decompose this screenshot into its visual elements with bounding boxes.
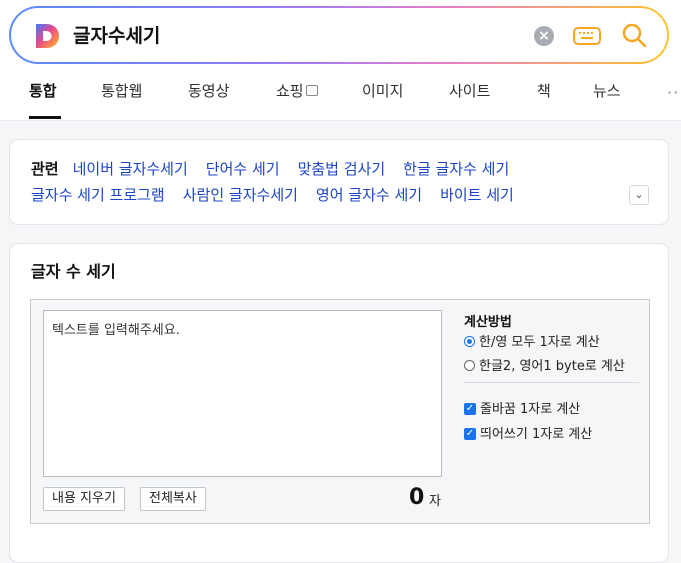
active-tab-indicator bbox=[29, 116, 61, 119]
checkbox-option-newline[interactable]: ✓ 줄바꿈 1자로 계산 bbox=[464, 401, 580, 419]
related-link[interactable]: 글자수 세기 프로그램 bbox=[31, 186, 165, 204]
radio-option-all-one[interactable]: 한/영 모두 1자로 계산 bbox=[464, 334, 600, 352]
text-input[interactable] bbox=[43, 310, 442, 477]
clear-content-button[interactable]: 내용 지우기 bbox=[43, 487, 125, 511]
radio-option-byte[interactable]: 한글2, 영어1 byte로 계산 bbox=[464, 358, 625, 376]
checkbox-label: 줄바꿈 1자로 계산 bbox=[480, 402, 581, 417]
checkbox-label: 띄어쓰기 1자로 계산 bbox=[480, 427, 593, 442]
related-row-2: 글자수 세기 프로그램 사람인 글자수세기 영어 글자수 세기 바이트 세기 bbox=[31, 184, 532, 206]
copy-all-button[interactable]: 전체복사 bbox=[140, 487, 206, 511]
tab-site[interactable]: 사이트 bbox=[449, 80, 490, 102]
tab-shopping[interactable]: 쇼핑 bbox=[276, 80, 318, 102]
chevron-down-icon[interactable]: ⌄ bbox=[629, 185, 649, 205]
tab-integrated[interactable]: 통합 bbox=[29, 80, 57, 102]
related-link[interactable]: 영어 글자수 세기 bbox=[316, 186, 422, 204]
search-icon[interactable] bbox=[620, 21, 648, 49]
keyboard-icon[interactable] bbox=[573, 26, 601, 46]
radio-label: 한글2, 영어1 byte로 계산 bbox=[479, 359, 625, 374]
related-link[interactable]: 바이트 세기 bbox=[440, 186, 514, 204]
options-title: 계산방법 bbox=[464, 315, 512, 330]
options-divider bbox=[464, 382, 639, 383]
related-link[interactable]: 단어수 세기 bbox=[206, 160, 280, 178]
char-count-unit: 자 bbox=[429, 494, 441, 509]
related-link[interactable]: 한글 글자수 세기 bbox=[403, 160, 509, 178]
tab-shopping-label: 쇼핑 bbox=[276, 82, 304, 100]
tab-image[interactable]: 이미지 bbox=[362, 80, 403, 102]
search-query-text[interactable]: 글자수세기 bbox=[73, 22, 160, 50]
related-link[interactable]: 네이버 글자수세기 bbox=[73, 160, 188, 178]
search-tabs: 통합 통합웹 동영상 쇼핑 이미지 사이트 책 뉴스 ·· bbox=[0, 70, 681, 120]
checkbox-checked-icon[interactable]: ✓ bbox=[464, 402, 476, 415]
search-header: 글자수세기 × 통합 통합웹 동영상 쇼핑 이미지 사이트 책 뉴스 ·· bbox=[0, 0, 681, 121]
clear-icon[interactable]: × bbox=[534, 26, 554, 46]
tab-web[interactable]: 통합웹 bbox=[101, 80, 142, 102]
external-link-icon bbox=[305, 85, 318, 96]
related-label: 관련 bbox=[31, 160, 59, 178]
radio-label: 한/영 모두 1자로 계산 bbox=[479, 335, 600, 350]
char-counter-card: 글자 수 세기 내용 지우기 전체복사 0 자 계산방법 한/영 모두 1자로 … bbox=[9, 243, 669, 563]
checkbox-checked-icon[interactable]: ✓ bbox=[464, 427, 476, 440]
search-box[interactable]: 글자수세기 × bbox=[9, 6, 669, 64]
daum-logo-icon[interactable] bbox=[33, 22, 61, 50]
checkbox-option-space[interactable]: ✓ 띄어쓰기 1자로 계산 bbox=[464, 426, 592, 444]
radio-selected-icon[interactable] bbox=[464, 336, 475, 347]
related-link[interactable]: 맞춤법 검사기 bbox=[298, 160, 386, 178]
tab-video[interactable]: 동영상 bbox=[188, 80, 229, 102]
tab-book[interactable]: 책 bbox=[537, 80, 551, 102]
counter-tool: 내용 지우기 전체복사 0 자 계산방법 한/영 모두 1자로 계산 한글2, … bbox=[30, 299, 650, 524]
more-icon[interactable]: ·· bbox=[667, 83, 679, 102]
tab-news[interactable]: 뉴스 bbox=[593, 80, 621, 102]
related-link[interactable]: 사람인 글자수세기 bbox=[183, 186, 298, 204]
counter-title: 글자 수 세기 bbox=[31, 262, 116, 281]
radio-icon[interactable] bbox=[464, 360, 475, 371]
related-row-1: 관련 네이버 글자수세기 단어수 세기 맞춤법 검사기 한글 글자수 세기 bbox=[31, 158, 527, 180]
related-searches-card: 관련 네이버 글자수세기 단어수 세기 맞춤법 검사기 한글 글자수 세기 글자수 세기… bbox=[9, 139, 669, 225]
char-count: 0 bbox=[409, 485, 425, 510]
